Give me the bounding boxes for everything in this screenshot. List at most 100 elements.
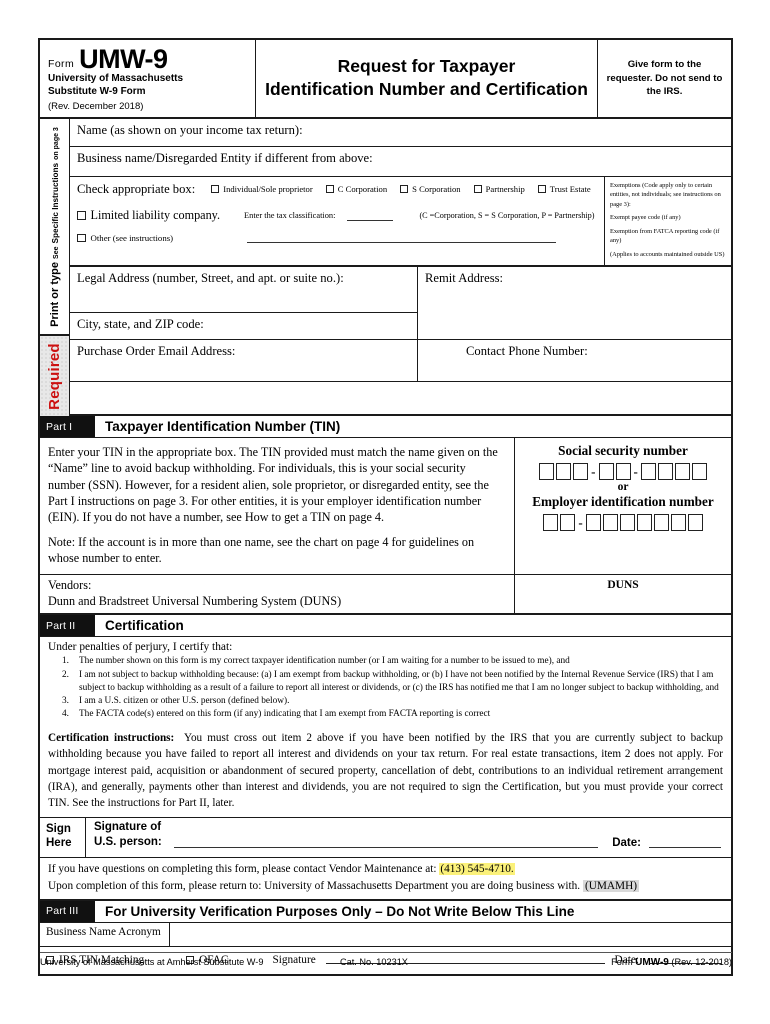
item-number: 3.: [62, 695, 69, 706]
certification-instructions-label: Certification instructions:: [48, 732, 175, 745]
ein-box[interactable]: [670, 514, 686, 532]
business-name-field-row[interactable]: Business name/Disregarded Entity if diff…: [70, 147, 731, 177]
ssn-dash: -: [591, 463, 596, 479]
ssn-box[interactable]: [556, 463, 572, 481]
tin-boxes-block: Social security number - - or Employer i…: [515, 438, 731, 574]
signature-date-label: Date:: [612, 836, 641, 849]
checkbox-trust-estate-icon[interactable]: [537, 185, 546, 194]
ssn-box[interactable]: [657, 463, 673, 481]
checkbox-llc-icon[interactable]: [77, 211, 86, 220]
certification-item: 4. The FACTA code(s) entered on this form…: [48, 708, 723, 721]
checkbox-individual-icon[interactable]: [211, 185, 220, 194]
ssn-box[interactable]: [598, 463, 614, 481]
city-state-zip-field[interactable]: City, state, and ZIP code:: [70, 313, 417, 339]
signature-of-label: Signature of U.S. person:: [94, 820, 162, 851]
signature-input-line[interactable]: [173, 846, 599, 848]
ein-label: Employer identification number: [532, 494, 714, 510]
part2-title: Certification: [105, 618, 184, 634]
certification-list: 1. The number shown on this form is my co…: [48, 655, 723, 721]
certification-item: 2. I am not subject to backup withholding…: [48, 669, 723, 695]
rail-specific-label: Specific Instructions: [50, 162, 60, 243]
contact-line-1: If you have questions on completing this…: [48, 861, 723, 878]
ssn-box[interactable]: [691, 463, 707, 481]
part1-content: Enter your TIN in the appropriate box. T…: [40, 438, 731, 575]
checkbox-partnership-icon[interactable]: [473, 185, 482, 194]
exemptions-applies-note: (Applies to accounts maintained outside …: [610, 250, 725, 258]
certification-item-text: The number shown on this form is my corr…: [79, 656, 570, 667]
ssn-box[interactable]: [539, 463, 555, 481]
sign-here-tag: Sign Here: [40, 817, 86, 857]
business-acronym-input[interactable]: [170, 923, 731, 946]
part1-bar: Part I Taxpayer Identification Number (T…: [40, 416, 731, 439]
checkbox-c-corp-icon[interactable]: [325, 185, 334, 194]
required-label: Required: [46, 342, 63, 410]
entity-option-s-corp-label: S Corporation: [412, 184, 461, 195]
vendor-maintenance-phone: (413) 545-4710.: [439, 862, 515, 875]
legal-address-field[interactable]: Legal Address (number, Street, and apt. …: [70, 267, 417, 314]
department-acronym: (UMAMH): [582, 879, 640, 892]
entity-option-individual-label: Individual/Sole proprietor: [223, 184, 313, 195]
form-body: Print or type See Specific Instructions …: [40, 118, 731, 417]
ein-box[interactable]: [687, 514, 703, 532]
other-input[interactable]: [247, 233, 556, 243]
ein-box[interactable]: [585, 514, 601, 532]
item-number: 1.: [62, 656, 69, 667]
po-email-field[interactable]: Purchase Order Email Address:: [70, 340, 418, 382]
exemptions-block: Exemptions (Code apply only to certain e…: [605, 177, 731, 265]
certification-item-text: I am not subject to backup withholding b…: [79, 669, 719, 693]
contact-phone-field[interactable]: Contact Phone Number:: [418, 340, 731, 381]
remit-address-label: Remit Address:: [425, 271, 504, 286]
certification-item-text: The FACTA code(s) entered on this form (…: [79, 709, 491, 720]
duns-field[interactable]: DUNS: [515, 575, 731, 614]
contact-phone-label: Contact Phone Number:: [466, 344, 588, 359]
form-fields: Name (as shown on your income tax return…: [70, 119, 731, 417]
ssn-boxes[interactable]: - -: [521, 463, 725, 481]
remit-address-field[interactable]: Remit Address:: [418, 267, 731, 339]
check-appropriate-box-label: Check appropriate box:: [77, 181, 196, 196]
ein-box[interactable]: [560, 514, 576, 532]
entity-option-individual[interactable]: Individual/Sole proprietor: [211, 184, 313, 194]
part2-bar: Part II Certification: [40, 615, 731, 638]
name-field-row[interactable]: Name (as shown on your income tax return…: [70, 119, 731, 147]
duns-text: Dunn and Bradstreet Universal Numbering …: [48, 593, 342, 608]
exempt-payee-code-label: Exempt payee code (if any): [610, 214, 681, 222]
address-left-column: Legal Address (number, Street, and apt. …: [70, 267, 418, 340]
form-subtitle: Substitute W-9 Form: [48, 85, 146, 97]
ein-box[interactable]: [653, 514, 669, 532]
checkbox-s-corp-icon[interactable]: [400, 185, 409, 194]
university-name: University of Massachusetts: [48, 73, 184, 84]
entity-checkboxes: Check appropriate box: Individual/Sole p…: [70, 176, 605, 266]
blank-entry-row[interactable]: [70, 382, 731, 417]
ssn-box[interactable]: [615, 463, 631, 481]
form-title-block: Request for Taxpayer Identification Numb…: [256, 40, 598, 117]
return-instructions-text: Upon completion of this form, please ret…: [48, 879, 583, 892]
entity-option-s-corp[interactable]: S Corporation: [400, 184, 461, 195]
tax-classification-input[interactable]: [347, 210, 394, 221]
form-identity-block: Form UMW-9 University of Massachusetts S…: [40, 40, 256, 117]
part1-note: Note: If the account is in more than one…: [48, 535, 475, 566]
ssn-box[interactable]: [573, 463, 589, 481]
address-row: Legal Address (number, Street, and apt. …: [70, 267, 731, 341]
sign-here-line2: Here: [46, 837, 72, 850]
rail-page-label: on page 3: [52, 126, 60, 160]
umw9-form: Form UMW-9 University of Massachusetts S…: [38, 38, 733, 976]
purchase-order-row: Purchase Order Email Address: Contact Ph…: [70, 340, 731, 383]
ein-box[interactable]: [636, 514, 652, 532]
entity-option-partnership[interactable]: Partnership: [473, 184, 525, 194]
ssn-box[interactable]: [640, 463, 656, 481]
certification-item: 3. I am a U.S. citizen or other U.S. pers…: [48, 695, 723, 708]
entity-option-trust-estate[interactable]: Trust Estate: [537, 184, 591, 194]
print-or-type-rail: Print or type See Specific Instructions …: [40, 119, 69, 337]
po-email-label: Purchase Order Email Address:: [77, 344, 236, 359]
print-or-type-label: Print or type: [48, 261, 61, 327]
entity-option-c-corp[interactable]: C Corporation: [325, 184, 387, 194]
page-footer: University of Massachusetts at Amherst S…: [40, 952, 732, 968]
part1-text-block: Enter your TIN in the appropriate box. T…: [40, 438, 515, 574]
ssn-box[interactable]: [674, 463, 690, 481]
ein-box[interactable]: [619, 514, 635, 532]
ein-box[interactable]: [602, 514, 618, 532]
checkbox-other-icon[interactable]: [77, 233, 86, 243]
signature-date-input[interactable]: [649, 846, 721, 848]
ein-box[interactable]: [543, 514, 559, 532]
ein-boxes[interactable]: -: [521, 514, 725, 532]
